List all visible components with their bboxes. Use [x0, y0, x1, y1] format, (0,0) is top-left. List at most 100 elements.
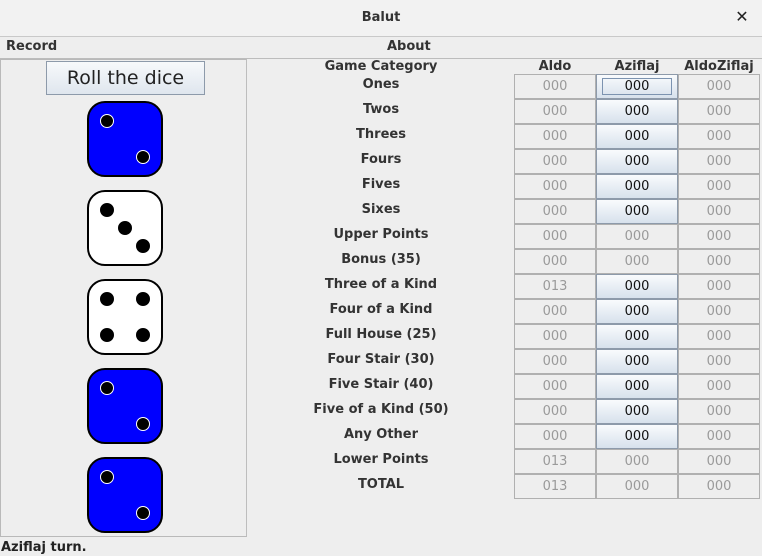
player-header: Aldo	[538, 59, 572, 74]
score-cell: 000	[514, 174, 596, 199]
score-cell[interactable]: 000	[596, 274, 678, 299]
category-label: Five of a Kind (50)	[313, 402, 449, 417]
score-cell: 000	[678, 99, 760, 124]
score-cell: 000	[596, 449, 678, 474]
category-label: Three of a Kind	[324, 277, 438, 292]
category-label: Fours	[360, 152, 402, 167]
score-cell: 000	[596, 249, 678, 274]
die-1[interactable]	[87, 101, 163, 177]
score-cell[interactable]: 000	[596, 149, 678, 174]
score-cell[interactable]: 000	[596, 299, 678, 324]
window-title: Balut	[361, 10, 401, 25]
score-cell: 000	[678, 249, 760, 274]
score-cell: 000	[514, 299, 596, 324]
category-label: Threes	[356, 127, 406, 142]
category-label: Ones	[362, 77, 400, 92]
score-cell: 000	[514, 199, 596, 224]
score-cell: 000	[678, 174, 760, 199]
score-cell: 000	[514, 224, 596, 249]
score-cell: 000	[514, 99, 596, 124]
score-cell: 000	[678, 124, 760, 149]
die-pip	[100, 470, 114, 484]
die-pip	[118, 221, 132, 235]
category-label: TOTAL	[357, 477, 405, 492]
score-cell: 000	[678, 299, 760, 324]
die-4[interactable]	[87, 368, 163, 444]
score-cell: 000	[514, 149, 596, 174]
category-label: Full House (25)	[325, 327, 437, 342]
score-cell: 000	[678, 474, 760, 499]
title-bar: Balut ✕	[0, 0, 762, 37]
die-pip	[136, 150, 150, 164]
score-cell: 000	[678, 224, 760, 249]
score-value: 000	[602, 78, 672, 95]
score-cell: 000	[514, 399, 596, 424]
menu-bar: Record About	[0, 37, 762, 59]
category-label: Five Stair (40)	[328, 377, 434, 392]
score-cell[interactable]: 000	[596, 124, 678, 149]
category-label: Upper Points	[333, 227, 429, 242]
category-label: Twos	[362, 102, 400, 117]
score-cell: 000	[514, 124, 596, 149]
category-label: Sixes	[361, 202, 401, 217]
player-header: Aziflaj	[614, 59, 660, 74]
category-label: Fives	[361, 177, 401, 192]
score-cell: 000	[678, 399, 760, 424]
score-cell[interactable]: 000	[596, 374, 678, 399]
die-pip	[136, 417, 150, 431]
score-cell[interactable]: 000	[596, 399, 678, 424]
die-pip	[100, 328, 114, 342]
category-label: Lower Points	[333, 452, 429, 467]
score-cell: 000	[596, 224, 678, 249]
score-cell: 000	[514, 349, 596, 374]
category-label: Bonus (35)	[341, 252, 421, 267]
score-cell: 000	[514, 374, 596, 399]
menu-about[interactable]: About	[387, 39, 431, 54]
score-cell[interactable]: 000	[596, 424, 678, 449]
score-cell: 013	[514, 274, 596, 299]
die-pip	[136, 328, 150, 342]
main-content: Roll the dice Game Category Aldo Aziflaj A…	[0, 59, 762, 539]
die-pip	[100, 292, 114, 306]
die-pip	[136, 292, 150, 306]
score-cell: 000	[678, 449, 760, 474]
score-cell: 000	[678, 274, 760, 299]
die-3[interactable]	[87, 279, 163, 355]
score-cell: 013	[514, 449, 596, 474]
die-pip	[136, 506, 150, 520]
close-icon[interactable]: ✕	[734, 8, 750, 26]
score-cell: 000	[514, 324, 596, 349]
player-header: AldoZiflaj	[684, 59, 754, 74]
dice-panel: Roll the dice	[0, 59, 247, 537]
menu-record[interactable]: Record	[6, 39, 57, 54]
score-cell: 000	[678, 424, 760, 449]
score-cell[interactable]: 000	[596, 174, 678, 199]
category-label: Any Other	[343, 427, 419, 442]
score-cell[interactable]: 000	[596, 74, 678, 99]
score-cell: 000	[596, 474, 678, 499]
die-pip	[100, 381, 114, 395]
score-cell: 000	[514, 74, 596, 99]
score-cell: 000	[678, 149, 760, 174]
score-cell[interactable]: 000	[596, 324, 678, 349]
die-pip	[100, 114, 114, 128]
score-cell: 000	[514, 249, 596, 274]
roll-dice-button[interactable]: Roll the dice	[46, 61, 205, 95]
score-cell: 000	[678, 374, 760, 399]
score-cell: 013	[514, 474, 596, 499]
category-label: Four Stair (30)	[327, 352, 435, 367]
score-cell: 000	[678, 324, 760, 349]
die-pip	[100, 203, 114, 217]
die-5[interactable]	[87, 457, 163, 533]
score-cell: 000	[514, 424, 596, 449]
score-cell: 000	[678, 349, 760, 374]
score-cell: 000	[678, 199, 760, 224]
score-cell[interactable]: 000	[596, 99, 678, 124]
category-label: Four of a Kind	[329, 302, 433, 317]
die-pip	[136, 239, 150, 253]
status-bar: Aziflaj turn.	[1, 540, 87, 555]
die-2[interactable]	[87, 190, 163, 266]
score-cell: 000	[678, 74, 760, 99]
score-cell[interactable]: 000	[596, 199, 678, 224]
score-cell[interactable]: 000	[596, 349, 678, 374]
